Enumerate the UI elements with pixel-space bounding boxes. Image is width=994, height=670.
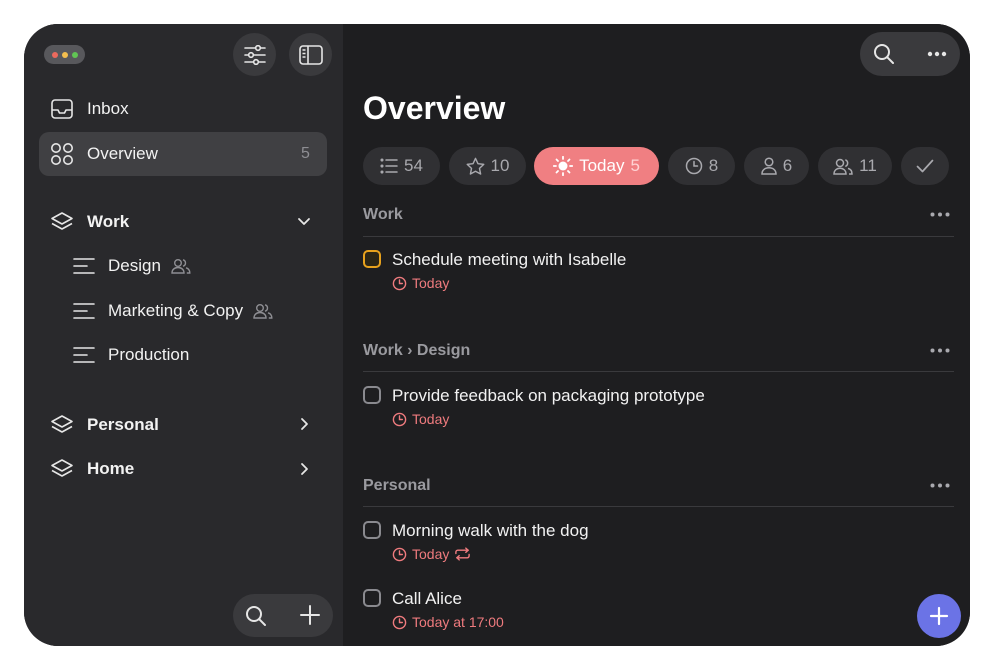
section-divider — [363, 506, 954, 507]
chip-label: Today — [579, 156, 625, 175]
sidebar-toggle-button[interactable] — [289, 33, 332, 76]
sidebar-item-overview-content: Overview — [50, 142, 158, 166]
section-title: Personal — [363, 477, 431, 494]
sidebar-item-production[interactable]: Production — [73, 345, 189, 365]
sidebar-item-inbox[interactable]: Inbox — [50, 97, 129, 121]
task-title[interactable]: Schedule meeting with Isabelle — [392, 250, 626, 270]
minimize-dot[interactable] — [61, 51, 68, 58]
filter-chip-completed[interactable] — [901, 147, 949, 185]
search-icon[interactable] — [245, 605, 267, 627]
chip-count: 8 — [708, 156, 719, 175]
group-label: Home — [87, 459, 135, 478]
layers-icon — [50, 210, 74, 234]
list-icon — [380, 158, 398, 174]
page-title: Overview — [363, 90, 506, 126]
filter-chip-today[interactable]: Today 5 — [534, 147, 659, 185]
filter-chip-assigned[interactable]: 6 — [744, 147, 809, 185]
sidebar-item-label: Marketing & Copy — [108, 301, 244, 320]
task-due-label: Today at 17:00 — [412, 614, 504, 630]
people-icon — [833, 158, 853, 175]
people-icon — [171, 259, 191, 274]
chevron-right-icon[interactable] — [300, 462, 310, 476]
task-checkbox[interactable] — [363, 386, 381, 404]
filter-chip-starred[interactable]: 10 — [449, 147, 526, 185]
sidebar-group-home[interactable]: Home — [50, 457, 134, 481]
task-due-label: Today — [412, 546, 450, 562]
task-checkbox[interactable] — [363, 589, 381, 607]
chip-count: 5 — [630, 156, 640, 175]
chip-count: 6 — [782, 156, 793, 175]
task-due: Today — [392, 275, 449, 291]
list-lines-icon — [73, 303, 95, 319]
section-divider — [363, 371, 954, 372]
task-title[interactable]: Morning walk with the dog — [392, 521, 589, 541]
window-controls[interactable] — [44, 45, 85, 64]
filter-icon — [243, 44, 266, 65]
clock-icon — [685, 157, 703, 175]
person-icon — [761, 157, 777, 175]
clock-icon — [392, 615, 407, 629]
overview-count: 5 — [301, 145, 310, 162]
sun-icon — [553, 156, 574, 176]
list-lines-icon — [73, 347, 95, 363]
check-icon — [916, 159, 934, 173]
app-window: Inbox Overview 5 Work Design Marketing &… — [24, 24, 970, 646]
sidebar: Inbox Overview 5 Work Design Marketing &… — [24, 24, 343, 646]
section-divider — [363, 236, 954, 237]
sidebar-group-personal[interactable]: Personal — [50, 413, 159, 437]
filter-chip-shared[interactable]: 11 — [818, 147, 892, 185]
sidebar-item-label: Overview — [87, 144, 158, 163]
inbox-icon — [50, 97, 74, 121]
zoom-dot[interactable] — [71, 51, 78, 58]
task-due: Today — [392, 546, 471, 562]
task-due-label: Today — [412, 275, 450, 291]
star-icon — [466, 157, 484, 175]
filter-chip-all[interactable]: 54 — [363, 147, 440, 185]
sidebar-item-design[interactable]: Design — [73, 256, 191, 276]
clock-icon — [392, 276, 407, 290]
task-checkbox[interactable] — [363, 521, 381, 539]
filter-button[interactable] — [233, 33, 276, 76]
task-due: Today at 17:00 — [392, 614, 504, 630]
section-title: Work › Design — [363, 342, 471, 359]
overview-icon — [50, 142, 74, 166]
repeat-icon — [455, 547, 471, 561]
section-title: Work — [363, 206, 403, 223]
list-lines-icon — [73, 258, 95, 274]
search-icon[interactable] — [873, 43, 895, 65]
people-icon — [253, 304, 273, 319]
plus-icon[interactable] — [300, 605, 320, 625]
more-icon[interactable] — [930, 483, 950, 488]
sidebar-item-label: Design — [108, 256, 161, 275]
more-icon[interactable] — [927, 51, 947, 57]
task-title[interactable]: Provide feedback on packaging prototype — [392, 386, 705, 406]
group-label: Work — [87, 212, 130, 231]
add-task-button[interactable] — [917, 594, 961, 638]
filter-chip-scheduled[interactable]: 8 — [668, 147, 735, 185]
layers-icon — [50, 457, 74, 481]
chevron-down-icon[interactable] — [297, 217, 311, 227]
more-icon[interactable] — [930, 348, 950, 353]
task-title[interactable]: Call Alice — [392, 589, 462, 609]
clock-icon — [392, 547, 407, 561]
chip-count: 54 — [404, 156, 423, 175]
group-label: Personal — [87, 415, 159, 434]
sidebar-item-marketing[interactable]: Marketing & Copy — [73, 301, 273, 321]
layers-icon — [50, 413, 74, 437]
plus-icon — [929, 606, 949, 626]
chip-count: 10 — [490, 156, 510, 175]
chip-count: 11 — [859, 156, 877, 175]
sidebar-group-work[interactable]: Work — [50, 210, 129, 234]
clock-icon — [392, 412, 407, 426]
more-icon[interactable] — [930, 212, 950, 217]
close-dot[interactable] — [51, 51, 58, 58]
main-content: Overview 54 10 Today 5 8 6 11 Work Sched… — [343, 24, 970, 646]
sidebar-toggle-icon — [298, 44, 323, 65]
task-due: Today — [392, 411, 449, 427]
task-due-label: Today — [412, 411, 450, 427]
sidebar-item-label: Production — [108, 345, 190, 364]
chevron-right-icon[interactable] — [300, 417, 310, 431]
task-checkbox[interactable] — [363, 250, 381, 268]
sidebar-item-label: Inbox — [87, 99, 129, 118]
